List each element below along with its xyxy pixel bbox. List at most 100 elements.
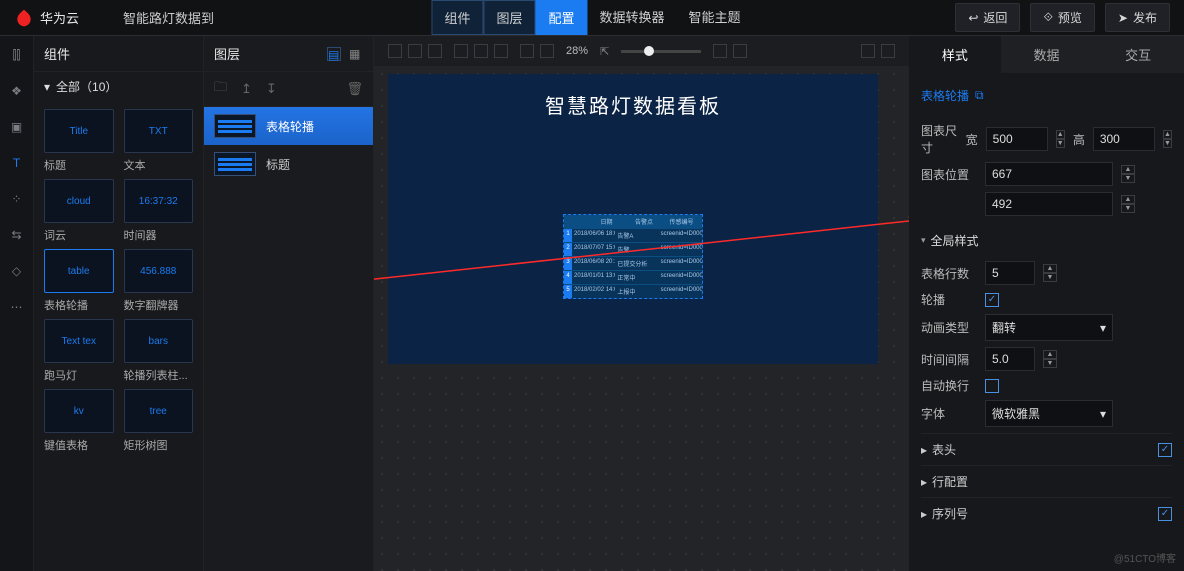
height-input[interactable] [1093, 127, 1155, 151]
y-input[interactable] [985, 192, 1113, 216]
component-thumb: 456.888 [124, 249, 194, 293]
move-up-icon[interactable]: ↥ [241, 81, 252, 97]
component-item[interactable]: TXT文本 [124, 109, 194, 173]
rail-chart-icon[interactable]: ⫿⫿ [8, 46, 26, 64]
component-item[interactable]: Text tex跑马灯 [44, 319, 114, 383]
trash-icon[interactable]: 🗑 [346, 81, 363, 97]
y-stepper[interactable]: ▲▼ [1121, 195, 1135, 213]
component-thumb: bars [124, 319, 194, 363]
x-stepper[interactable]: ▲▼ [1121, 165, 1135, 183]
rail-play-icon[interactable]: ▣ [8, 118, 26, 136]
mode-segments: 组件 图层 配置 数据转换器 智能主题 [431, 0, 752, 35]
interval-input[interactable] [985, 347, 1035, 371]
zoom-slider[interactable] [621, 50, 701, 53]
top-bar: 华为云 智能路灯数据到 组件 图层 配置 数据转换器 智能主题 ↩返回 ⟐预览 … [0, 0, 1184, 36]
interval-stepper[interactable]: ▲▼ [1043, 350, 1057, 368]
component-all[interactable]: ▾全部（10） [34, 72, 203, 101]
component-label: 时间器 [124, 227, 194, 243]
fullscreen-icon[interactable] [881, 44, 895, 58]
move-down-icon[interactable]: ↧ [266, 81, 277, 97]
section-global[interactable]: ▾全局样式 [921, 226, 1172, 255]
properties-panel: 样式 数据 交互 表格轮播⧉ 图表尺寸 宽 ▲▼ 高 ▲▼ 图表位置 ▲▼ [909, 36, 1184, 571]
dist-v-icon[interactable] [540, 44, 554, 58]
table-row: 12018/06/06 18:08:08告警Ascreenid=ID000006 [564, 228, 702, 242]
component-item[interactable]: tree矩形树图 [124, 389, 194, 453]
layer-view-list-icon[interactable]: ▤ [327, 47, 341, 61]
align-middle-icon[interactable] [474, 44, 488, 58]
width-stepper[interactable]: ▲▼ [1056, 130, 1065, 148]
align-bottom-icon[interactable] [494, 44, 508, 58]
layer-label: 标题 [266, 156, 290, 173]
component-item[interactable]: kv键值表格 [44, 389, 114, 453]
font-select[interactable]: 微软雅黑▾ [985, 400, 1113, 427]
component-label: 数字翻牌器 [124, 297, 194, 313]
rail-more-icon[interactable]: ⋯ [8, 298, 26, 316]
anim-select[interactable]: 翻转▾ [985, 314, 1113, 341]
tab-data[interactable]: 数据 [1001, 36, 1093, 73]
pos-label: 图表位置 [921, 166, 977, 183]
height-b-icon[interactable] [733, 44, 747, 58]
seg-layer[interactable]: 图层 [483, 0, 535, 35]
align-left-icon[interactable] [388, 44, 402, 58]
chevron-right-icon: ▸ [921, 475, 927, 489]
back-icon: ↩ [968, 11, 978, 25]
component-item[interactable]: 456.888 数字翻牌器 [124, 249, 194, 313]
dashboard-screen[interactable]: 智慧路灯数据看板 日期告警点传感编号 12018/06/06 18:08:08告… [388, 74, 878, 364]
layer-view-thumb-icon[interactable]: ▦ [349, 47, 363, 61]
rail-scatter-icon[interactable]: ⁘ [8, 190, 26, 208]
component-label: 轮播列表柱... [124, 367, 194, 383]
seg-config[interactable]: 配置 [535, 0, 587, 35]
back-button[interactable]: ↩返回 [955, 3, 1020, 32]
wrap-checkbox[interactable]: ✓ [985, 379, 999, 393]
dist-h-icon[interactable] [520, 44, 534, 58]
tab-theme[interactable]: 智能主题 [677, 0, 753, 35]
width-input[interactable] [986, 127, 1048, 151]
section-row[interactable]: ▸行配置 [921, 465, 1172, 497]
rail-shape-icon[interactable]: ◇ [8, 262, 26, 280]
section-thead[interactable]: ▸表头✓ [921, 433, 1172, 465]
align-center-icon[interactable] [408, 44, 422, 58]
tab-converter[interactable]: 数据转换器 [588, 0, 677, 35]
tab-style[interactable]: 样式 [909, 36, 1001, 73]
component-item[interactable]: 16:37:32时间器 [124, 179, 194, 243]
copy-icon[interactable]: ⧉ [975, 88, 984, 103]
rail-link-icon[interactable]: ⇆ [8, 226, 26, 244]
carousel-checkbox[interactable]: ✓ [985, 293, 999, 307]
rail-text-icon[interactable]: T [8, 154, 26, 172]
chevron-down-icon: ▾ [1100, 321, 1106, 335]
align-top-icon[interactable] [454, 44, 468, 58]
rail-globe-icon[interactable]: ❖ [8, 82, 26, 100]
size-label: 图表尺寸 [921, 122, 958, 156]
component-item[interactable]: table表格轮播 [44, 249, 114, 313]
x-input[interactable] [985, 162, 1113, 186]
component-thumb: Title [44, 109, 114, 153]
rows-input[interactable] [985, 261, 1035, 285]
preview-button[interactable]: ⟐预览 [1030, 3, 1094, 32]
rows-stepper[interactable]: ▲▼ [1043, 264, 1057, 282]
folder-icon[interactable]: 🗀 [214, 78, 227, 100]
component-thumb: table [44, 249, 114, 293]
tab-interaction[interactable]: 交互 [1092, 36, 1184, 73]
component-item[interactable]: cloud词云 [44, 179, 114, 243]
canvas[interactable]: 智慧路灯数据看板 日期告警点传感编号 12018/06/06 18:08:08告… [374, 66, 909, 571]
zoom-lock-icon[interactable]: ⇱ [600, 45, 609, 58]
brand: 华为云 [0, 8, 93, 28]
thead-checkbox[interactable]: ✓ [1158, 443, 1172, 457]
component-item[interactable]: Title标题 [44, 109, 114, 173]
height-stepper[interactable]: ▲▼ [1163, 130, 1172, 148]
height-a-icon[interactable] [713, 44, 727, 58]
layer-item[interactable]: 标题 [204, 145, 373, 183]
preview-icon: ⟐ [1043, 10, 1052, 25]
project-title[interactable]: 智能路灯数据到 [123, 8, 214, 27]
table-row: 52018/02/02 14:03:02上报中screenid=ID000002 [564, 284, 702, 298]
layer-item[interactable]: 表格轮播 [204, 107, 373, 145]
publish-button[interactable]: ➤发布 [1105, 3, 1170, 32]
align-right-icon[interactable] [428, 44, 442, 58]
fit-icon[interactable] [861, 44, 875, 58]
component-item[interactable]: bars 轮播列表柱... [124, 319, 194, 383]
table-carousel-widget[interactable]: 日期告警点传感编号 12018/06/06 18:08:08告警Ascreeni… [563, 214, 703, 299]
section-seq[interactable]: ▸序列号✓ [921, 497, 1172, 529]
component-thumb: tree [124, 389, 194, 433]
seq-checkbox[interactable]: ✓ [1158, 507, 1172, 521]
seg-component[interactable]: 组件 [431, 0, 483, 35]
